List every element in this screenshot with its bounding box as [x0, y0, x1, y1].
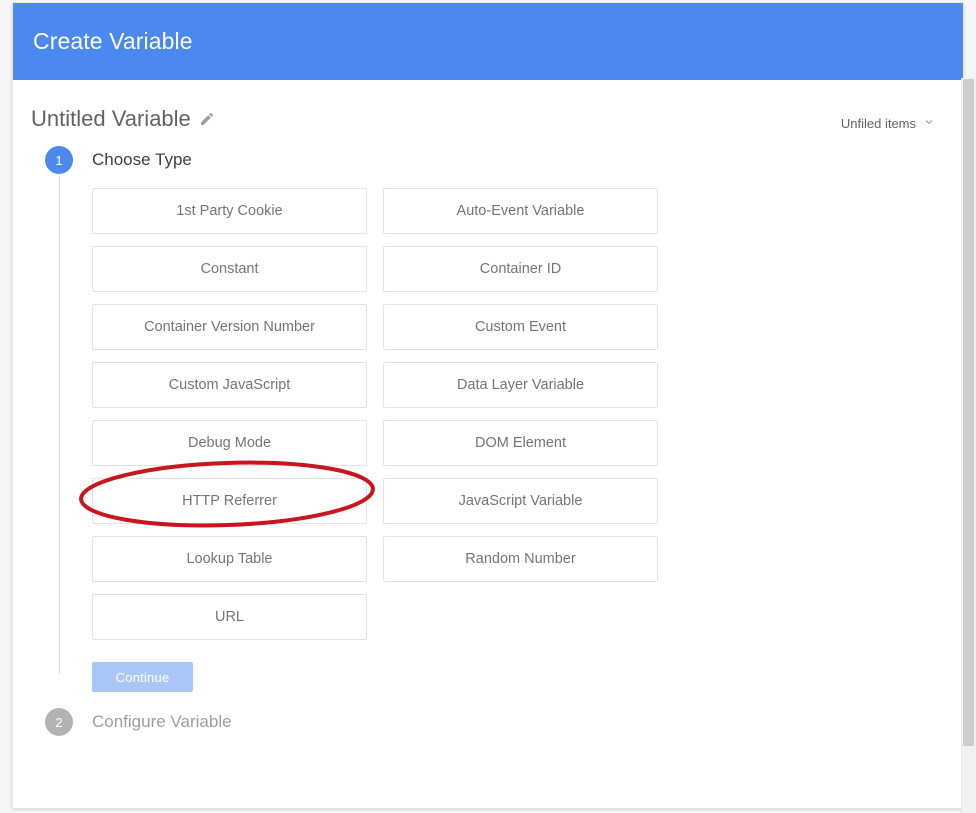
continue-button[interactable]: Continue — [92, 662, 193, 692]
variable-type-grid: 1st Party Cookie Auto-Event Variable Con… — [92, 188, 658, 640]
type-button-url[interactable]: URL — [92, 594, 367, 640]
type-button-1st-party-cookie[interactable]: 1st Party Cookie — [92, 188, 367, 234]
continue-row: Continue — [13, 640, 963, 692]
type-button-debug-mode[interactable]: Debug Mode — [92, 420, 367, 466]
type-button-custom-event[interactable]: Custom Event — [383, 304, 658, 350]
step-1-label: Choose Type — [92, 150, 192, 169]
pencil-icon[interactable] — [199, 111, 215, 127]
type-button-container-version-number[interactable]: Container Version Number — [92, 304, 367, 350]
type-button-random-number[interactable]: Random Number — [383, 536, 658, 582]
page-root: lis Create Variable Untitled Variable Un… — [0, 0, 976, 813]
type-button-auto-event-variable[interactable]: Auto-Event Variable — [383, 188, 658, 234]
dialog-body: Untitled Variable Unfiled items 1 Choose… — [13, 80, 963, 808]
chevron-down-icon — [923, 116, 935, 131]
step-2-bullet: 2 — [45, 708, 73, 736]
folder-selector-label: Unfiled items — [840, 116, 916, 131]
type-button-http-referrer[interactable]: HTTP Referrer — [92, 478, 367, 524]
vertical-scrollbar-thumb[interactable] — [963, 79, 974, 746]
create-variable-dialog: Create Variable Untitled Variable Unfile… — [12, 3, 964, 809]
type-button-javascript-variable[interactable]: JavaScript Variable — [383, 478, 658, 524]
step-2-label: Configure Variable — [92, 712, 232, 731]
type-button-data-layer-variable[interactable]: Data Layer Variable — [383, 362, 658, 408]
variable-name[interactable]: Untitled Variable — [31, 106, 191, 132]
step-configure-variable: 2 Configure Variable — [13, 692, 963, 736]
type-button-custom-javascript[interactable]: Custom JavaScript — [92, 362, 367, 408]
dialog-header: Create Variable — [13, 3, 963, 80]
type-button-constant[interactable]: Constant — [92, 246, 367, 292]
variable-name-group: Untitled Variable — [31, 106, 215, 132]
type-button-dom-element[interactable]: DOM Element — [383, 420, 658, 466]
step-choose-type: 1 Choose Type — [13, 146, 963, 174]
name-row: Untitled Variable Unfiled items — [13, 80, 963, 132]
variable-type-section: 1st Party Cookie Auto-Event Variable Con… — [13, 174, 963, 640]
folder-selector[interactable]: Unfiled items — [841, 116, 935, 131]
step-connector-line — [59, 170, 60, 674]
step-1-bullet: 1 — [45, 146, 73, 174]
type-button-container-id[interactable]: Container ID — [383, 246, 658, 292]
step-list: 1 Choose Type 1st Party Cookie Auto-Even… — [13, 132, 963, 736]
type-button-lookup-table[interactable]: Lookup Table — [92, 536, 367, 582]
dialog-title: Create Variable — [33, 28, 193, 54]
